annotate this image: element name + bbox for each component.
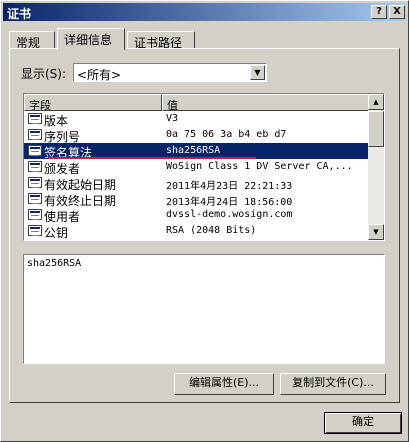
tab-details[interactable]: 详细信息 <box>57 28 125 50</box>
field-name: 公钥 <box>44 226 69 240</box>
list-item-selected[interactable]: 签名算法 sha256RSA <box>24 143 369 160</box>
field-value: 0a 75 06 3a b4 eb d7 <box>166 129 287 140</box>
field-icon <box>28 161 42 172</box>
ok-button[interactable]: 确定 <box>324 412 402 434</box>
field-icon <box>28 225 42 236</box>
field-list[interactable]: 字段 值 版本 V3 序列号 0a 75 06 3a b4 eb d7 签名算法… <box>23 93 385 241</box>
show-dropdown-value: <所有> <box>77 68 122 82</box>
field-value: 2011年4月23日 22:21:33 <box>166 181 293 192</box>
scroll-up-icon[interactable]: ▲ <box>368 94 384 110</box>
list-item[interactable]: 有效起始日期 2011年4月23日 22:21:33 <box>24 175 369 192</box>
field-value: RSA (2048 Bits) <box>166 225 257 236</box>
edit-properties-button[interactable]: 编辑属性(E)... <box>174 373 274 395</box>
help-button[interactable]: ? <box>371 5 387 19</box>
field-value: 2013年4月24日 18:56:00 <box>166 197 293 208</box>
copy-to-file-button[interactable]: 复制到文件(C)... <box>280 373 386 395</box>
chevron-down-icon[interactable]: ▼ <box>250 65 265 80</box>
title-bar[interactable]: 证书 ? X <box>3 3 406 21</box>
show-label: 显示(S): <box>21 67 67 81</box>
value-detail-text: sha256RSA <box>27 258 82 269</box>
list-item[interactable]: 版本 V3 <box>24 111 369 128</box>
tab-general[interactable]: 常规 <box>9 31 55 50</box>
close-button[interactable]: X <box>389 5 405 19</box>
list-item[interactable]: 公钥 RSA (2048 Bits) <box>24 223 369 240</box>
field-value: dvssl-demo.wosign.com <box>166 209 293 220</box>
list-rows: 版本 V3 序列号 0a 75 06 3a b4 eb d7 签名算法 sha2… <box>24 111 369 240</box>
field-value: V3 <box>166 113 179 124</box>
tab-certification-path[interactable]: 证书路径 <box>127 31 195 50</box>
column-header-field[interactable]: 字段 <box>24 94 162 112</box>
field-icon <box>28 145 42 156</box>
list-item[interactable]: 有效终止日期 2013年4月24日 18:56:00 <box>24 191 369 208</box>
field-value: WoSign Class 1 DV Server CA,... <box>166 161 353 172</box>
field-icon <box>28 209 42 220</box>
show-dropdown[interactable]: <所有> ▼ <box>73 63 267 82</box>
window-title: 证书 <box>7 7 32 21</box>
list-header: 字段 值 <box>24 94 369 112</box>
field-icon <box>28 193 42 204</box>
field-icon <box>28 113 42 124</box>
field-value: sha256RSA <box>166 145 221 156</box>
certificate-dialog: 证书 ? X 常规 详细信息 证书路径 显示(S): <所有> ▼ 字段 值 版… <box>0 0 409 442</box>
value-detail-box[interactable]: sha256RSA <box>23 254 385 364</box>
list-item[interactable]: 序列号 0a 75 06 3a b4 eb d7 <box>24 127 369 144</box>
scroll-thumb[interactable] <box>368 111 384 147</box>
list-item[interactable]: 使用者 dvssl-demo.wosign.com <box>24 207 369 224</box>
field-icon <box>28 129 42 140</box>
tab-strip: 常规 详细信息 证书路径 <box>9 28 399 50</box>
list-item[interactable]: 颁发者 WoSign Class 1 DV Server CA,... <box>24 159 369 176</box>
field-icon <box>28 177 42 188</box>
vertical-scrollbar[interactable]: ▲ ▼ <box>368 94 384 240</box>
scroll-down-icon[interactable]: ▼ <box>368 224 384 240</box>
column-header-value[interactable]: 值 <box>162 94 369 112</box>
